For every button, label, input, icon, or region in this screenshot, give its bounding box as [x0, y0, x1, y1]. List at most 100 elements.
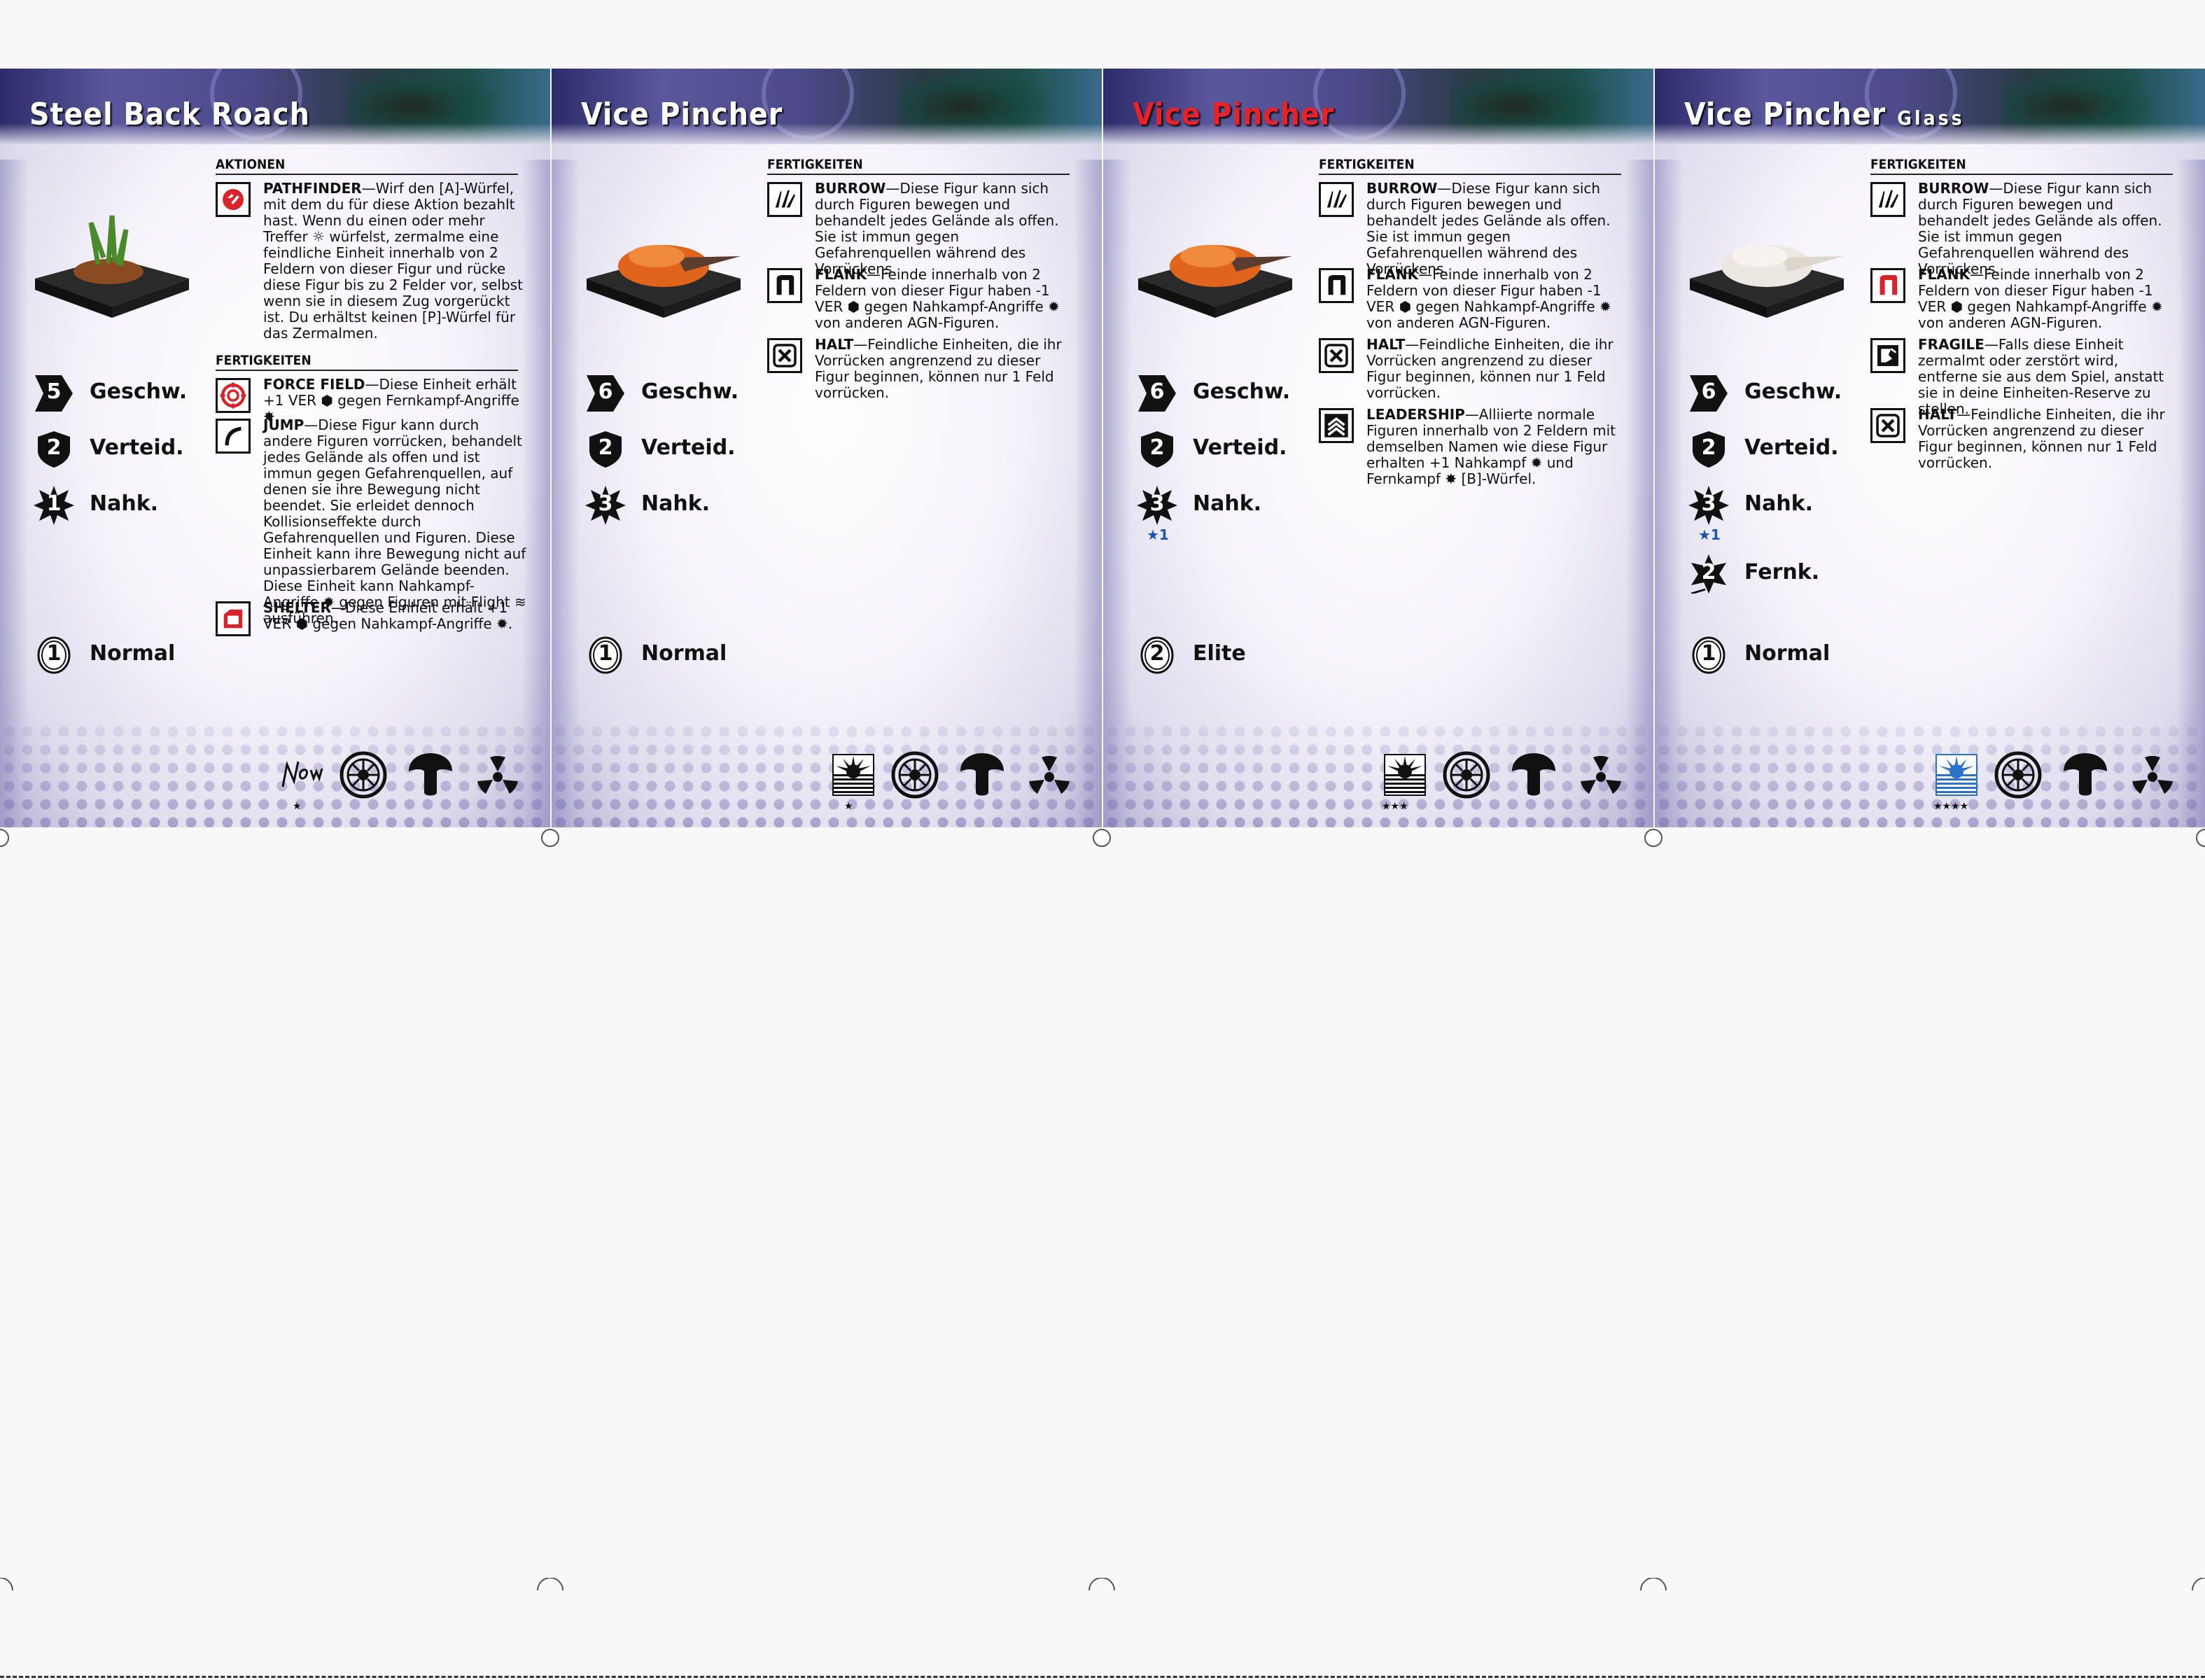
rank-value: 1 — [46, 641, 62, 666]
miniature-image — [1690, 245, 1844, 318]
ability-text: FRAGILE—Falls diese Einheit zermalmt ode… — [1918, 337, 2181, 417]
unit-card: Vice Pincher FERTIGKEITEN BURROW—Diese F… — [552, 69, 1102, 827]
ability-text: LEADERSHIP—Alliierte normale Figuren inn… — [1366, 407, 1630, 487]
stat-label: Geschw. — [641, 379, 739, 404]
radiation-icon — [2128, 750, 2177, 799]
ability-text: PATHFINDER—Wirf den [A]-Würfel, mit dem … — [263, 181, 526, 342]
ability-text: BURROW—Diese Figur kann sich durch Figur… — [1918, 181, 2181, 277]
stat-value: 3 — [598, 491, 613, 516]
card-title: Vice Pincher — [1133, 97, 1334, 132]
flank-red-icon — [1870, 268, 1905, 303]
halt-icon — [1319, 338, 1354, 373]
radiation-icon — [473, 750, 522, 799]
ability-name: FLANK — [1918, 266, 1970, 283]
flank-icon — [767, 268, 802, 303]
stat-label: Geschw. — [1193, 379, 1291, 404]
unit-name: Vice Pincher — [581, 97, 783, 132]
stat-label: Verteid. — [641, 435, 736, 460]
stat-label: Geschw. — [90, 379, 188, 404]
ability-name: HALT — [1918, 406, 1957, 423]
faction-icons: ★ — [829, 746, 1081, 812]
mushroom-icon — [1509, 750, 1558, 799]
stat-bonus: ★1 — [1147, 526, 1169, 543]
stat-bonus: ★1 — [1698, 526, 1721, 543]
stat-value: 5 — [46, 379, 62, 404]
ability-name: SHELTER — [263, 599, 331, 616]
ability-description: —Diese Figur kann durch andere Figuren v… — [263, 416, 526, 626]
stat-value: 3 — [1149, 491, 1165, 516]
stat-label: Verteid. — [90, 435, 184, 460]
miniature-image — [587, 245, 741, 318]
stat-value: 6 — [1701, 379, 1716, 404]
ability-name: FLANK — [1366, 266, 1419, 283]
section-header: AKTIONEN — [216, 157, 518, 175]
unit-name: Vice Pincher — [1684, 97, 1886, 132]
crop-mark — [1639, 1577, 1667, 1592]
radiation-icon — [1576, 750, 1625, 799]
unit-name: Steel Back Roach — [29, 97, 310, 132]
faction-stars: ★ — [844, 801, 853, 812]
gear-clock-icon — [890, 750, 939, 799]
crop-mark — [2191, 1577, 2205, 1592]
section-header: FERTIGKEITEN — [216, 353, 518, 371]
section-header: FERTIGKEITEN — [767, 157, 1070, 175]
ability-description: —Wirf den [A]-Würfel, mit dem du für die… — [263, 180, 523, 342]
faction-icons: ★★★★ — [1932, 746, 2184, 812]
faction-icons: ★★★ — [1380, 746, 1632, 812]
ability-name: PATHFINDER — [263, 180, 362, 197]
ability-text: HALT—Feindliche Einheiten, die ihr Vorrü… — [815, 337, 1078, 401]
crop-mark — [1644, 829, 1662, 847]
stat-label: Nahk. — [90, 491, 159, 516]
section-header: FERTIGKEITEN — [1870, 157, 2173, 175]
mushroom-icon — [406, 750, 455, 799]
stat-label: Verteid. — [1744, 435, 1839, 460]
faction-stars: ★ — [293, 801, 302, 812]
shelter-icon — [216, 601, 251, 636]
stat-value: 2 — [598, 435, 613, 460]
ability-text: FLANK—Feinde innerhalb von 2 Feldern von… — [1366, 267, 1630, 331]
gear-clock-icon — [339, 750, 388, 799]
rank-label: Elite — [1193, 641, 1246, 666]
stat-value: 2 — [1701, 560, 1716, 584]
ability-text: SHELTER—Diese Einheit erhält +1 VER ⬢ ge… — [263, 600, 526, 632]
ability-name: BURROW — [815, 180, 886, 197]
crop-mark — [536, 1577, 564, 1592]
ability-name: FLANK — [815, 266, 867, 283]
mushroom-icon — [958, 750, 1007, 799]
section-header: FERTIGKEITEN — [1319, 157, 1621, 175]
rank-value: 1 — [598, 641, 613, 666]
sunburst-blue-icon — [1932, 750, 1981, 799]
stat-value: 1 — [46, 491, 62, 516]
sunburst-icon — [1380, 750, 1429, 799]
stat-value: 6 — [1149, 379, 1165, 404]
stat-label: Verteid. — [1193, 435, 1287, 460]
ability-name: HALT — [1366, 336, 1406, 353]
leadership-icon — [1319, 408, 1354, 443]
card-title: Steel Back Roach — [29, 97, 310, 132]
ability-name: FORCE FIELD — [263, 376, 365, 393]
fragile-icon — [1870, 338, 1905, 373]
ability-text: BURROW—Diese Figur kann sich durch Figur… — [1366, 181, 1630, 277]
burrow-icon — [767, 182, 802, 217]
ability-text: HALT—Feindliche Einheiten, die ihr Vorrü… — [1366, 337, 1630, 401]
crop-mark — [0, 829, 9, 847]
card-title: Vice Pincher Glass — [1684, 97, 1965, 132]
pathfinder-icon — [216, 182, 251, 217]
jump-icon — [216, 419, 251, 454]
gear-clock-icon — [1442, 750, 1491, 799]
ability-text: JUMP—Diese Figur kann durch andere Figur… — [263, 417, 526, 626]
faction-icons: ★ — [277, 746, 529, 812]
miniature-image — [1138, 245, 1292, 318]
rank-value: 2 — [1149, 641, 1165, 666]
crop-mark — [1093, 829, 1111, 847]
ability-text: FLANK—Feinde innerhalb von 2 Feldern von… — [1918, 267, 2181, 331]
halt-icon — [767, 338, 802, 373]
faction-stars: ★★★★ — [1933, 801, 1969, 812]
ability-text: HALT—Feindliche Einheiten, die ihr Vorrü… — [1918, 407, 2181, 471]
sunburst-icon — [829, 750, 878, 799]
flank-icon — [1319, 268, 1354, 303]
miniature-image — [35, 215, 189, 318]
cut-line — [0, 1676, 2205, 1678]
unit-card: Vice Pincher FERTIGKEITEN BURROW—Diese F… — [1103, 69, 1653, 827]
unit-subtitle: Glass — [1897, 106, 1965, 130]
